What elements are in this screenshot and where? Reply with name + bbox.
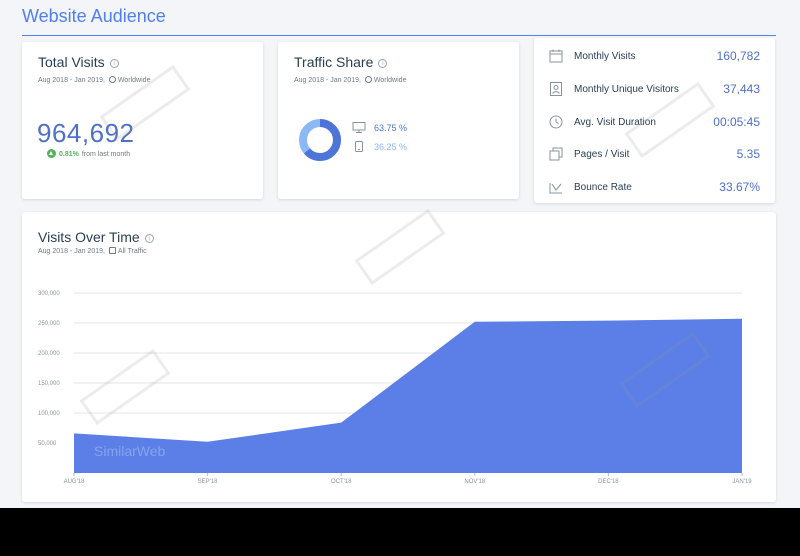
- y-tick-label: 200,000: [38, 351, 60, 357]
- visits-over-time-subtitle: Aug 2018 - Jan 2019, All Traffic: [38, 247, 147, 255]
- stat-row-monthly-visits: Monthly Visits 160,782: [548, 46, 760, 66]
- stat-label: Bounce Rate: [574, 181, 632, 193]
- desktop-icon: [352, 122, 366, 133]
- similarweb-watermark: SimilarWeb: [94, 443, 166, 459]
- y-tick-label: 50,000: [38, 441, 57, 447]
- page: Website Audience Total Visits i Aug 2018 …: [0, 0, 800, 508]
- traffic-filter-icon: [108, 247, 116, 254]
- stat-row-unique-visitors: Monthly Unique Visitors 37,443: [548, 79, 760, 99]
- traffic-share-subtitle: Aug 2018 - Jan 2019, Worldwide: [294, 76, 407, 84]
- visits-over-time-title: Visits Over Time i: [38, 229, 154, 245]
- clock-icon: [549, 115, 563, 129]
- title-divider: [22, 35, 776, 36]
- total-visits-title: Total Visits i: [38, 54, 119, 70]
- x-tick-label: NOV'18: [464, 479, 485, 485]
- mobile-share-row: 36.25 %: [352, 141, 407, 152]
- visits-change: 0.81% from last month: [47, 149, 130, 158]
- stat-value: 33.67%: [719, 180, 760, 194]
- desktop-share-row: 63.75 %: [352, 122, 407, 133]
- y-tick-label: 250,000: [38, 321, 60, 327]
- pages-icon: [549, 147, 563, 161]
- stat-value: 160,782: [716, 49, 760, 63]
- globe-icon: [108, 76, 116, 83]
- y-tick-label: 300,000: [38, 291, 60, 297]
- page-title: Website Audience: [22, 6, 166, 26]
- arrow-up-icon: [47, 149, 56, 158]
- stat-label: Monthly Visits: [574, 50, 636, 62]
- y-tick-label: 100,000: [38, 411, 60, 417]
- x-tick-label: DEC'18: [598, 479, 619, 485]
- x-tick-label: SEP'18: [198, 479, 218, 485]
- stat-row-bounce-rate: Bounce Rate 33.67%: [548, 177, 760, 197]
- stat-value: 00:05:45: [713, 115, 760, 129]
- mobile-share-value: 36.25 %: [374, 141, 408, 152]
- stat-value: 5.35: [736, 147, 760, 161]
- x-tick-label: AUG'18: [64, 479, 85, 485]
- traffic-share-title: Traffic Share i: [294, 54, 388, 70]
- info-icon[interactable]: i: [378, 59, 388, 68]
- desktop-share-value: 63.75 %: [374, 122, 408, 133]
- globe-icon: [364, 76, 372, 83]
- total-visits-subtitle: Aug 2018 - Jan 2019, Worldwide: [38, 76, 151, 84]
- info-icon[interactable]: i: [144, 234, 154, 243]
- traffic-share-donut: [299, 119, 341, 161]
- user-card-icon: [550, 82, 562, 96]
- mobile-icon: [355, 141, 363, 152]
- y-axis-labels: 50,000 100,000 150,000 200,000 250,000 300,00…: [38, 291, 60, 447]
- stat-label: Pages / Visit: [574, 148, 630, 160]
- x-tick-label: OCT'18: [331, 479, 352, 485]
- y-tick-label: 150,000: [38, 381, 60, 387]
- bounce-icon: [549, 183, 562, 194]
- calendar-icon: [549, 49, 563, 63]
- x-axis-labels: AUG'18 SEP'18 OCT'18 NOV'18 DEC'18 JAN'19: [64, 473, 752, 485]
- x-tick-label: JAN'19: [732, 479, 752, 485]
- info-icon[interactable]: i: [109, 59, 119, 68]
- stat-value: 37,443: [723, 82, 760, 96]
